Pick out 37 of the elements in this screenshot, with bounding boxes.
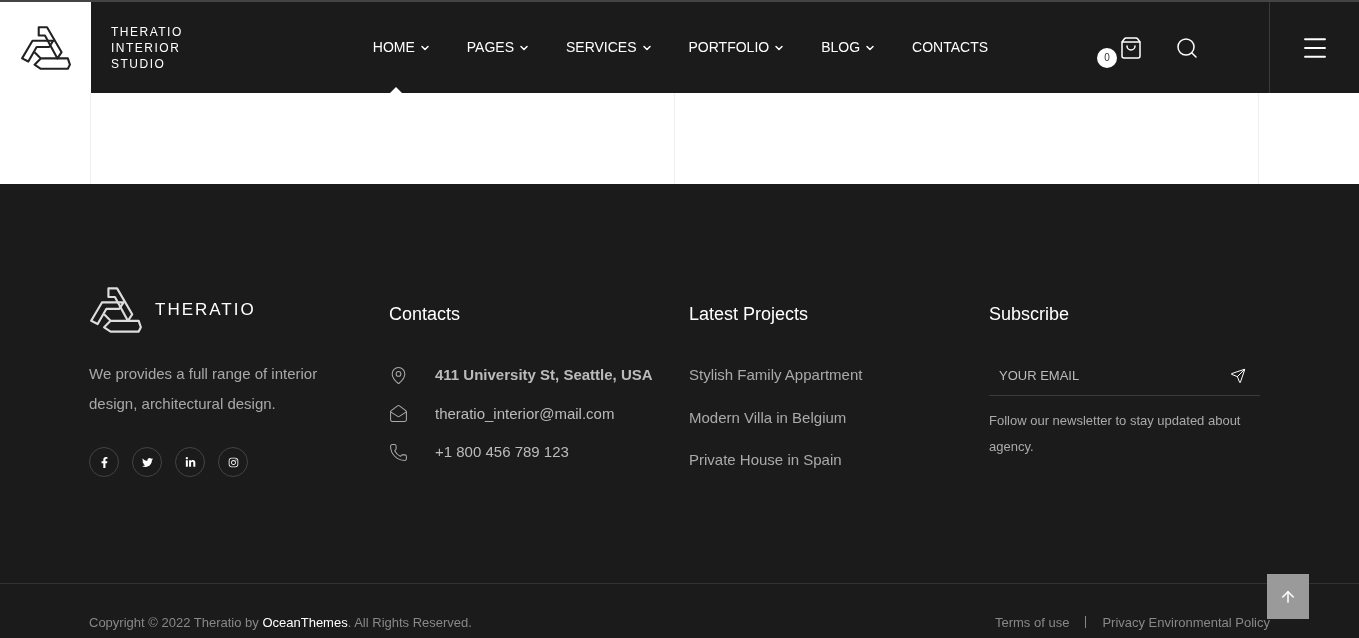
project-link[interactable]: Modern Villa in Belgium <box>689 406 989 429</box>
column-heading: Subscribe <box>989 303 1071 326</box>
nav-link[interactable]: CONTACTS <box>912 2 989 93</box>
about-text: We provides a full range of interior design, architectural design. <box>89 364 319 414</box>
copyright-text: Copyright © 2022 Theratio by OceanThemes. All Rights Reserved. <box>89 613 472 632</box>
footer-link[interactable]: Terms of use <box>994 612 1070 632</box>
footer-link[interactable]: Privacy Environmental Policy <box>1102 612 1270 632</box>
footer-brand: THERATIO <box>155 299 256 322</box>
oceanthemes-link[interactable]: OceanThemes <box>262 614 348 630</box>
contact-text: +1 800 456 789 123 <box>435 442 569 462</box>
bag-icon <box>1119 35 1143 60</box>
brand-name: THERATIO <box>111 23 183 40</box>
column-heading: Contacts <box>389 303 462 326</box>
cart-button[interactable] <box>1119 35 1143 60</box>
column-heading: Latest Projects <box>689 303 810 326</box>
envelope-icon <box>389 404 408 424</box>
email-field[interactable]: YOUR EMAIL <box>999 365 1230 386</box>
send-icon[interactable] <box>1230 367 1246 384</box>
nav-link[interactable]: BLOG <box>821 2 877 93</box>
project-link[interactable]: Stylish Family Appartment <box>689 364 989 387</box>
logo-tile[interactable] <box>0 2 91 93</box>
search-icon[interactable] <box>1175 35 1199 60</box>
nav-link[interactable]: SERVICES <box>566 2 653 93</box>
brand-name: INTERIOR <box>111 39 182 56</box>
map-pin-icon <box>389 365 408 385</box>
contact-text: 411 University St, Seattle, USA <box>435 365 653 385</box>
newsletter-note: Follow our newsletter to stay updated about agency. <box>989 412 1242 456</box>
cart-count: 0 <box>1097 47 1117 68</box>
nav-link[interactable]: PAGES <box>466 2 530 93</box>
twitter-icon <box>141 456 153 468</box>
phone-icon <box>389 442 408 462</box>
linkedin-icon <box>184 456 196 468</box>
brand-name: STUDIO <box>111 55 167 72</box>
project-link[interactable]: Private House in Spain <box>689 449 989 472</box>
instagram-icon <box>227 456 239 468</box>
nav-link[interactable]: PORTFOLIO <box>688 2 786 93</box>
contact-text: theratio_interior@mail.com <box>435 403 615 424</box>
